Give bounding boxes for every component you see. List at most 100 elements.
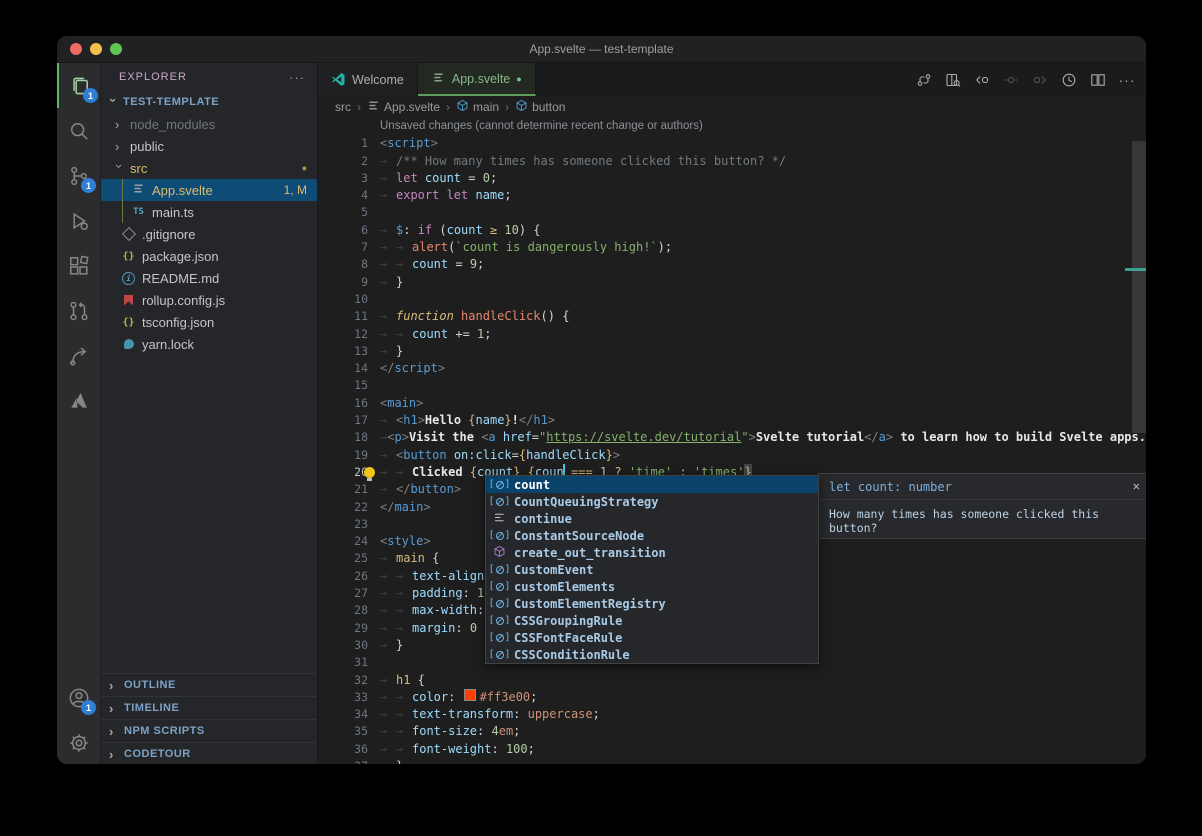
- tab-whitespace-arrow: →: [396, 568, 412, 585]
- suggestion-customelements[interactable]: []customElements: [486, 578, 818, 595]
- code-line-34[interactable]: 34→→text-transform: uppercase;: [318, 706, 1146, 723]
- lightbulb-icon[interactable]: [364, 467, 375, 478]
- code-line-10[interactable]: 10: [318, 291, 1146, 308]
- file-readme-md[interactable]: iREADME.md: [101, 267, 317, 289]
- code-line-36[interactable]: 36→→font-weight: 100;: [318, 741, 1146, 758]
- breadcrumb-src[interactable]: src: [335, 100, 351, 114]
- azure-icon[interactable]: [57, 378, 100, 423]
- minimize-window-button[interactable]: [90, 43, 102, 55]
- section-timeline[interactable]: ›TIMELINE: [101, 696, 317, 719]
- code-line-18[interactable]: 18→<p>Visit the <a href="https://svelte.…: [318, 429, 1146, 446]
- code-line-37[interactable]: 37→}: [318, 758, 1146, 764]
- code-line-19[interactable]: 19→<button on:click={handleClick}>: [318, 447, 1146, 464]
- section-codetour[interactable]: ›CODETOUR: [101, 742, 317, 764]
- suggestion-create_out_transition[interactable]: create_out_transition: [486, 544, 818, 561]
- suggestion-customevent[interactable]: []CustomEvent: [486, 561, 818, 578]
- suggestion-cssfontfacerule[interactable]: []CSSFontFaceRule: [486, 629, 818, 646]
- code-line-12[interactable]: 12→→count += 1;: [318, 326, 1146, 343]
- explorer-badge: 1: [83, 88, 98, 103]
- suggest-doc: How many times has someone clicked this …: [819, 499, 1146, 535]
- file-main-ts[interactable]: TSmain.ts: [101, 201, 317, 223]
- line-number: 27: [318, 585, 368, 602]
- file-package-json[interactable]: {}package.json: [101, 245, 317, 267]
- gutter: [368, 741, 380, 758]
- project-root-row[interactable]: › TEST-TEMPLATE: [101, 91, 317, 113]
- file-rollup-config-js[interactable]: rollup.config.js: [101, 289, 317, 311]
- next-change-icon[interactable]: [1029, 69, 1051, 91]
- explorer-icon[interactable]: 1: [57, 63, 102, 108]
- search-icon[interactable]: [57, 108, 100, 153]
- modified-folder-dot: ●: [302, 163, 317, 173]
- source-control-icon[interactable]: 1: [57, 153, 100, 198]
- toggle-blame-icon[interactable]: [1000, 69, 1022, 91]
- titlebar[interactable]: App.svelte — test-template: [57, 36, 1146, 63]
- suggestion-count[interactable]: []count: [486, 476, 818, 493]
- settings-icon[interactable]: [57, 720, 100, 764]
- previous-change-icon[interactable]: [971, 69, 993, 91]
- suggestion-cssgroupingrule[interactable]: []CSSGroupingRule: [486, 612, 818, 629]
- suggestion-cssconditionrule[interactable]: []CSSConditionRule: [486, 646, 818, 663]
- suggestion-countqueuingstrategy[interactable]: []CountQueuingStrategy: [486, 493, 818, 510]
- gutter: [368, 481, 380, 498]
- split-editor-icon[interactable]: [1087, 69, 1109, 91]
- code-line-11[interactable]: 11→function handleClick() {: [318, 308, 1146, 325]
- accounts-icon[interactable]: 1: [57, 675, 100, 720]
- more-actions-icon[interactable]: ···: [1116, 69, 1138, 91]
- file-yarn-lock[interactable]: yarn.lock: [101, 333, 317, 355]
- code-line-35[interactable]: 35→→font-size: 4em;: [318, 723, 1146, 740]
- suggestion-constantsourcenode[interactable]: []ConstantSourceNode: [486, 527, 818, 544]
- file-tsconfig-json[interactable]: {}tsconfig.json: [101, 311, 317, 333]
- code-line-32[interactable]: 32→h1 {: [318, 672, 1146, 689]
- breadcrumb-button[interactable]: button: [515, 99, 565, 115]
- section-npm-scripts[interactable]: ›NPM SCRIPTS: [101, 719, 317, 742]
- live-share-icon[interactable]: [57, 333, 100, 378]
- close-icon[interactable]: ✕: [1133, 479, 1140, 493]
- explorer-more-actions-icon[interactable]: ···: [289, 70, 305, 85]
- code-line-5[interactable]: 5: [318, 204, 1146, 221]
- code-line-6[interactable]: 6→$: if (count ≥ 10) {: [318, 222, 1146, 239]
- breadcrumb-separator: ›: [446, 100, 450, 114]
- gutter: [368, 395, 380, 412]
- code-line-8[interactable]: 8→→count = 9;: [318, 256, 1146, 273]
- suggestion-customelementregistry[interactable]: []CustomElementRegistry: [486, 595, 818, 612]
- tab-welcome[interactable]: Welcome: [318, 63, 418, 96]
- compare-changes-icon[interactable]: [913, 69, 935, 91]
- file-label: package.json: [142, 249, 219, 264]
- breadcrumb-app-svelte[interactable]: App.svelte: [367, 99, 440, 115]
- code-line-7[interactable]: 7→→alert(`count is dangerously high!`);: [318, 239, 1146, 256]
- zoom-window-button[interactable]: [110, 43, 122, 55]
- editor-scrollbar[interactable]: [1132, 141, 1146, 433]
- open-changes-icon[interactable]: [942, 69, 964, 91]
- code-line-13[interactable]: 13→}: [318, 343, 1146, 360]
- code-line-15[interactable]: 15: [318, 377, 1146, 394]
- folder-public[interactable]: ›public: [101, 135, 317, 157]
- line-number: 30: [318, 637, 368, 654]
- code-line-16[interactable]: 16<main>: [318, 395, 1146, 412]
- code-line-1[interactable]: 1<script>: [318, 135, 1146, 152]
- github-pull-requests-icon[interactable]: [57, 288, 100, 333]
- file-history-icon[interactable]: [1058, 69, 1080, 91]
- code-editor[interactable]: Unsaved changes (cannot determine recent…: [318, 117, 1146, 764]
- code-lines: Unsaved changes (cannot determine recent…: [318, 118, 1146, 764]
- gutter: [368, 153, 380, 170]
- suggestion-continue[interactable]: continue: [486, 510, 818, 527]
- gutter: [368, 291, 380, 308]
- code-line-4[interactable]: 4→export let name;: [318, 187, 1146, 204]
- code-line-2[interactable]: 2→/** How many times has someone clicked…: [318, 153, 1146, 170]
- folder-node-modules[interactable]: ›node_modules: [101, 113, 317, 135]
- code-line-14[interactable]: 14</script>: [318, 360, 1146, 377]
- extensions-icon[interactable]: [57, 243, 100, 288]
- close-window-button[interactable]: [70, 43, 82, 55]
- breadcrumb-main[interactable]: main: [456, 99, 499, 115]
- color-swatch[interactable]: [464, 689, 476, 701]
- code-line-9[interactable]: 9→}: [318, 274, 1146, 291]
- folder-src[interactable]: ›src●: [101, 157, 317, 179]
- code-line-33[interactable]: 33→→color: #ff3e00;: [318, 689, 1146, 706]
- file-app-svelte[interactable]: App.svelte1, M: [101, 179, 317, 201]
- section-outline[interactable]: ›OUTLINE: [101, 673, 317, 696]
- file--gitignore[interactable]: .gitignore: [101, 223, 317, 245]
- run-debug-icon[interactable]: [57, 198, 100, 243]
- code-line-3[interactable]: 3→let count = 0;: [318, 170, 1146, 187]
- code-line-17[interactable]: 17→<h1>Hello {name}!</h1>: [318, 412, 1146, 429]
- tab-app-svelte[interactable]: App.svelte ●: [418, 63, 536, 96]
